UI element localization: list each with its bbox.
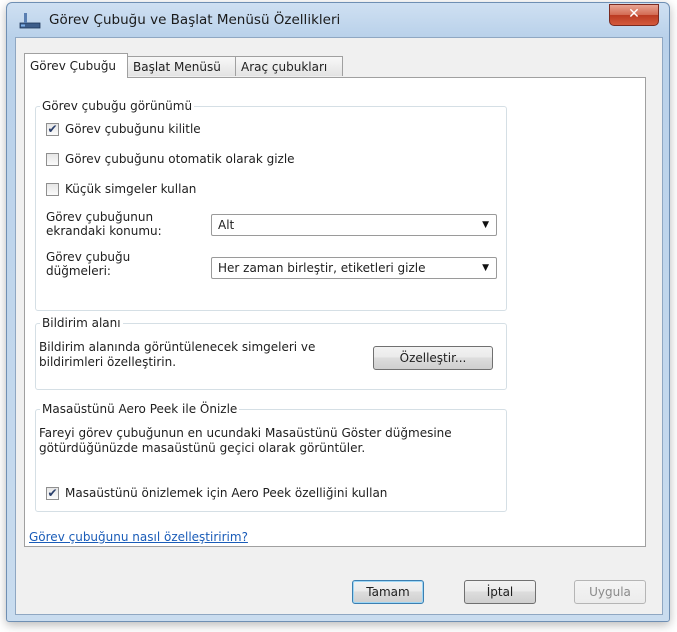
aero-peek-text-line2: götürdüğünüzde masaüstünü geçici olarak …: [39, 441, 366, 455]
taskbar-buttons-value: Her zaman birleştir, etiketleri gizle: [218, 261, 426, 275]
lock-taskbar-label[interactable]: Görev çubuğunu kilitle: [65, 122, 201, 136]
help-link[interactable]: Görev çubuğunu nasıl özelleştiririm?: [29, 530, 248, 544]
taskbar-app-icon: [19, 13, 41, 29]
close-icon: ✕: [628, 6, 640, 22]
title-bar[interactable]: Görev Çubuğu ve Başlat Menüsü Özellikler…: [7, 3, 669, 37]
taskbar-buttons-label-line1: Görev çubuğu: [46, 250, 131, 264]
aero-peek-description: Fareyi görev çubuğunun en ucundaki Masaü…: [39, 426, 452, 456]
chevron-down-icon: ▼: [482, 263, 489, 273]
window-title: Görev Çubuğu ve Başlat Menüsü Özellikler…: [49, 12, 341, 28]
cancel-button[interactable]: İptal: [464, 580, 536, 604]
notification-area-description: Bildirim alanında görüntülenecek simgele…: [39, 340, 315, 370]
taskbar-location-label-line2: ekrandaki konumu:: [46, 224, 162, 238]
taskbar-location-label-line1: Görev çubuğunun: [46, 210, 154, 224]
small-icons-checkbox[interactable]: [46, 183, 59, 196]
tab-toolbars[interactable]: Araç çubukları: [235, 56, 343, 76]
autohide-taskbar-checkbox[interactable]: [46, 153, 59, 166]
aero-peek-legend: Masaüstünü Aero Peek ile Önizle: [42, 402, 238, 416]
taskbar-buttons-label-line2: düğmeleri:: [46, 264, 111, 278]
chevron-down-icon: ▼: [482, 220, 489, 230]
notification-text-line2: bildirimleri özelleştirin.: [39, 355, 177, 369]
taskbar-location-label: Görev çubuğunun ekrandaki konumu:: [46, 210, 162, 238]
taskbar-location-value: Alt: [218, 218, 235, 232]
small-icons-label[interactable]: Küçük simgeler kullan: [65, 182, 196, 196]
tab-taskbar[interactable]: Görev Çubuğu: [24, 53, 128, 78]
tab-panel-taskbar: Görev çubuğu görünümü ✔ Görev çubuğunu k…: [24, 77, 646, 547]
apply-button[interactable]: Uygula: [574, 580, 646, 604]
close-button[interactable]: ✕: [609, 4, 659, 26]
taskbar-buttons-label: Görev çubuğu düğmeleri:: [46, 250, 130, 278]
customize-button[interactable]: Özelleştir...: [373, 346, 493, 370]
dialog-client-area: Görev Çubuğu Başlat Menüsü Araç çubuklar…: [15, 37, 663, 615]
notification-area-legend: Bildirim alanı: [42, 316, 121, 330]
taskbar-location-select[interactable]: Alt ▼: [211, 214, 497, 236]
taskbar-appearance-legend: Görev çubuğu görünümü: [42, 99, 193, 113]
autohide-taskbar-label[interactable]: Görev çubuğunu otomatik olarak gizle: [65, 152, 295, 166]
lock-taskbar-checkbox[interactable]: ✔: [46, 123, 59, 136]
notification-text-line1: Bildirim alanında görüntülenecek simgele…: [39, 340, 316, 354]
properties-window: Görev Çubuğu ve Başlat Menüsü Özellikler…: [6, 2, 670, 622]
ok-button[interactable]: Tamam: [352, 580, 424, 604]
aero-peek-checkbox[interactable]: ✔: [46, 487, 59, 500]
aero-peek-text-line1: Fareyi görev çubuğunun en ucundaki Masaü…: [39, 426, 452, 440]
taskbar-buttons-select[interactable]: Her zaman birleştir, etiketleri gizle ▼: [211, 257, 497, 279]
tab-start-menu[interactable]: Başlat Menüsü: [127, 56, 236, 76]
aero-peek-label[interactable]: Masaüstünü önizlemek için Aero Peek özel…: [65, 486, 387, 500]
